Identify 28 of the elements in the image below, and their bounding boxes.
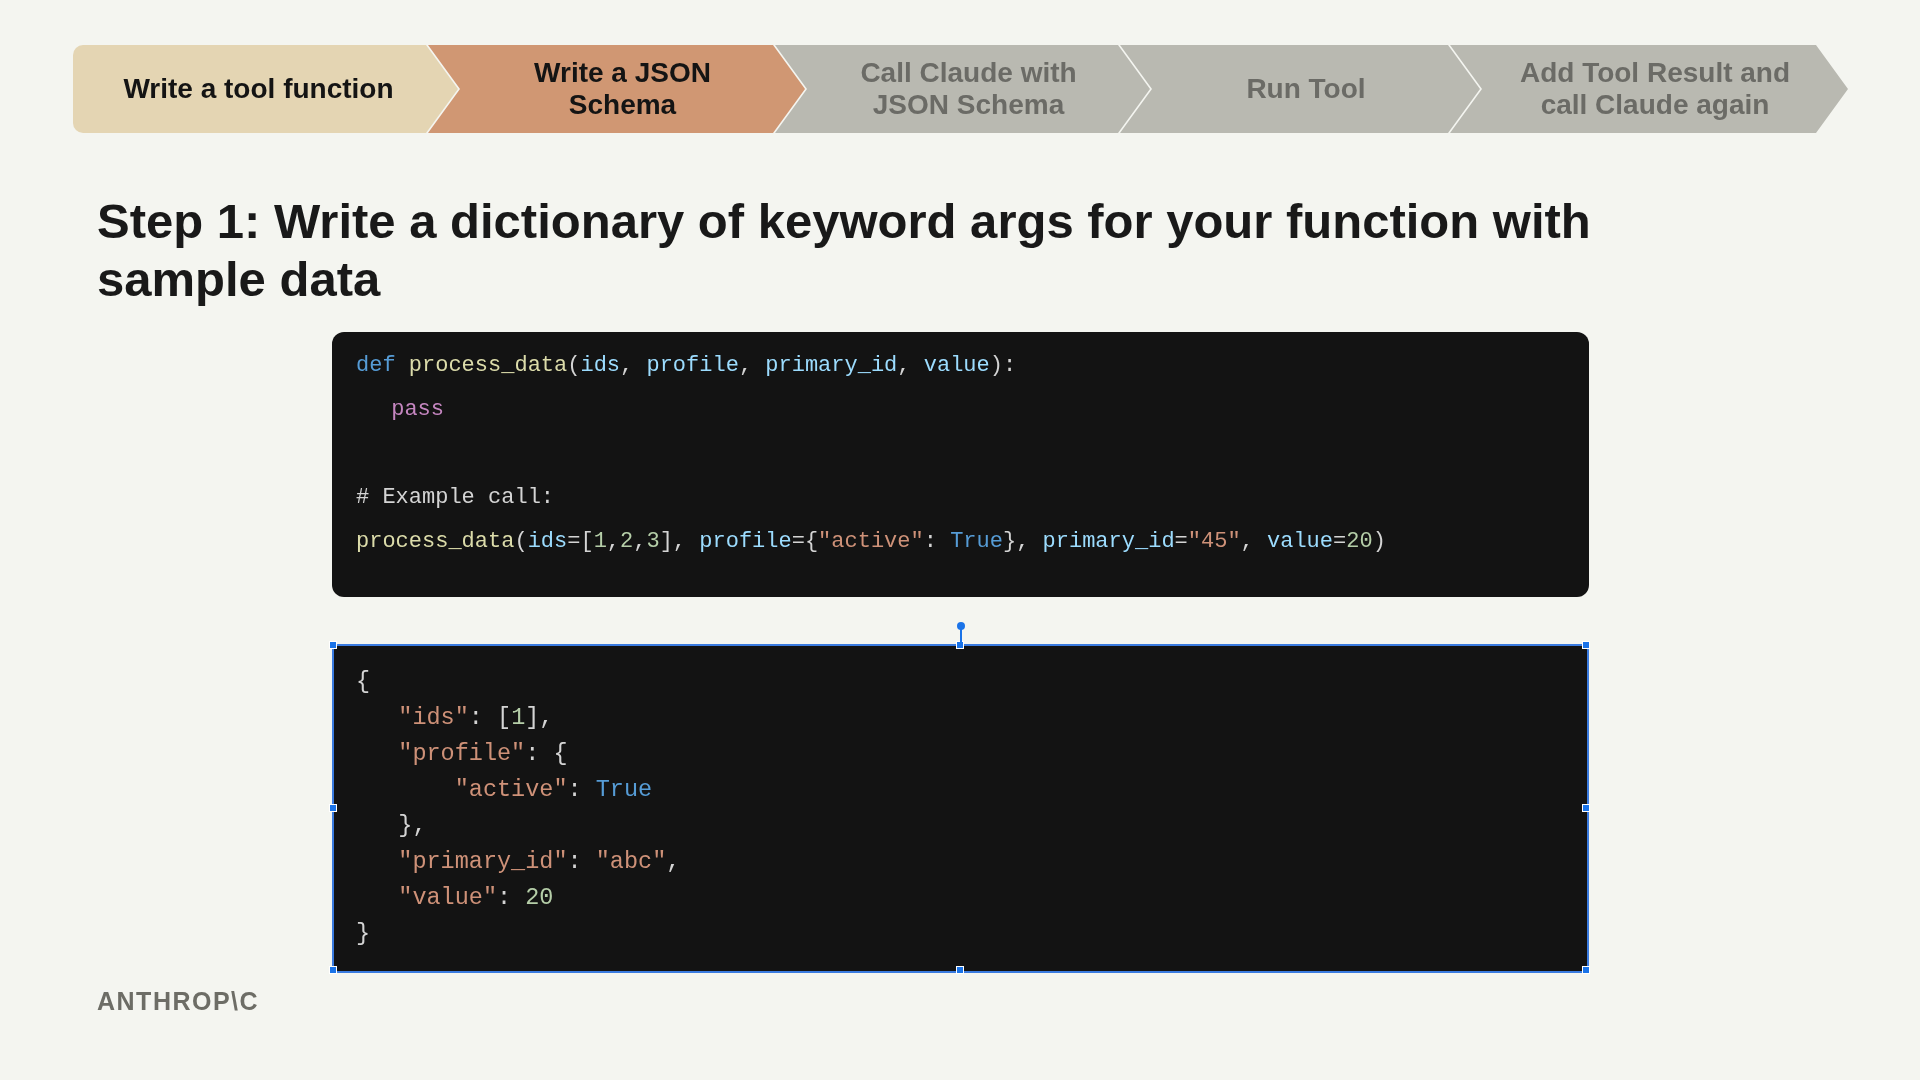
logo-text: ANTHROP\C: [97, 986, 260, 1017]
resize-handle[interactable]: [329, 966, 337, 974]
process-step: Add Tool Result and call Claude again: [1450, 45, 1848, 133]
resize-handle[interactable]: [1582, 641, 1590, 649]
process-step: Write a JSON Schema: [428, 45, 805, 133]
code-line: "value": 20: [398, 883, 555, 913]
code-line: process_data(ids=[1,2,3], profile={"active": True}, primary_id="45", value=20): [356, 528, 1387, 556]
code-line: "profile": {: [398, 739, 569, 769]
process-step: Write a tool function: [73, 45, 458, 133]
code-line: }: [356, 919, 372, 949]
resize-handle[interactable]: [1582, 966, 1590, 974]
code-line: {: [356, 667, 372, 697]
resize-handle[interactable]: [955, 641, 964, 649]
code-line: def process_data(ids, profile, primary_id, value):: [356, 352, 1018, 380]
resize-handle[interactable]: [329, 641, 337, 649]
rotate-handle[interactable]: [956, 622, 965, 642]
resize-handle[interactable]: [955, 966, 964, 974]
resize-handle[interactable]: [1582, 803, 1590, 812]
code-line: # Example call:: [356, 484, 556, 512]
code-line: "active": True: [454, 775, 654, 805]
process-step: Run Tool: [1120, 45, 1480, 133]
code-line: },: [398, 811, 428, 841]
code-line: "primary_id": "abc",: [398, 847, 682, 877]
code-line: pass: [391, 396, 445, 424]
resize-handle[interactable]: [329, 803, 337, 812]
code-line: "ids": [1],: [398, 703, 555, 733]
slide-heading: Step 1: Write a dictionary of keyword args for your function with sample data: [97, 193, 1592, 308]
process-step: Call Claude with JSON Schema: [775, 45, 1150, 133]
